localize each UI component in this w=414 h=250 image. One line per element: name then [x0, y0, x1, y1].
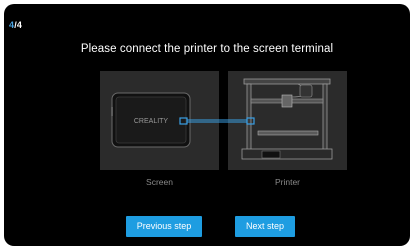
- previous-step-button[interactable]: Previous step: [126, 216, 202, 237]
- connection-cable: [179, 114, 255, 126]
- screen-caption: Screen: [146, 177, 173, 187]
- printer-caption: Printer: [274, 177, 301, 187]
- step-total: 4: [16, 20, 23, 30]
- next-step-button[interactable]: Next step: [235, 216, 295, 237]
- step-indicator: 4/4: [9, 20, 22, 30]
- device-screen: 4/4 Please connect the printer to the sc…: [4, 4, 410, 246]
- cable-connector-icon: [179, 117, 255, 125]
- page-title: Please connect the printer to the screen…: [80, 43, 334, 55]
- device-logo-text: CREALITY: [134, 118, 169, 125]
